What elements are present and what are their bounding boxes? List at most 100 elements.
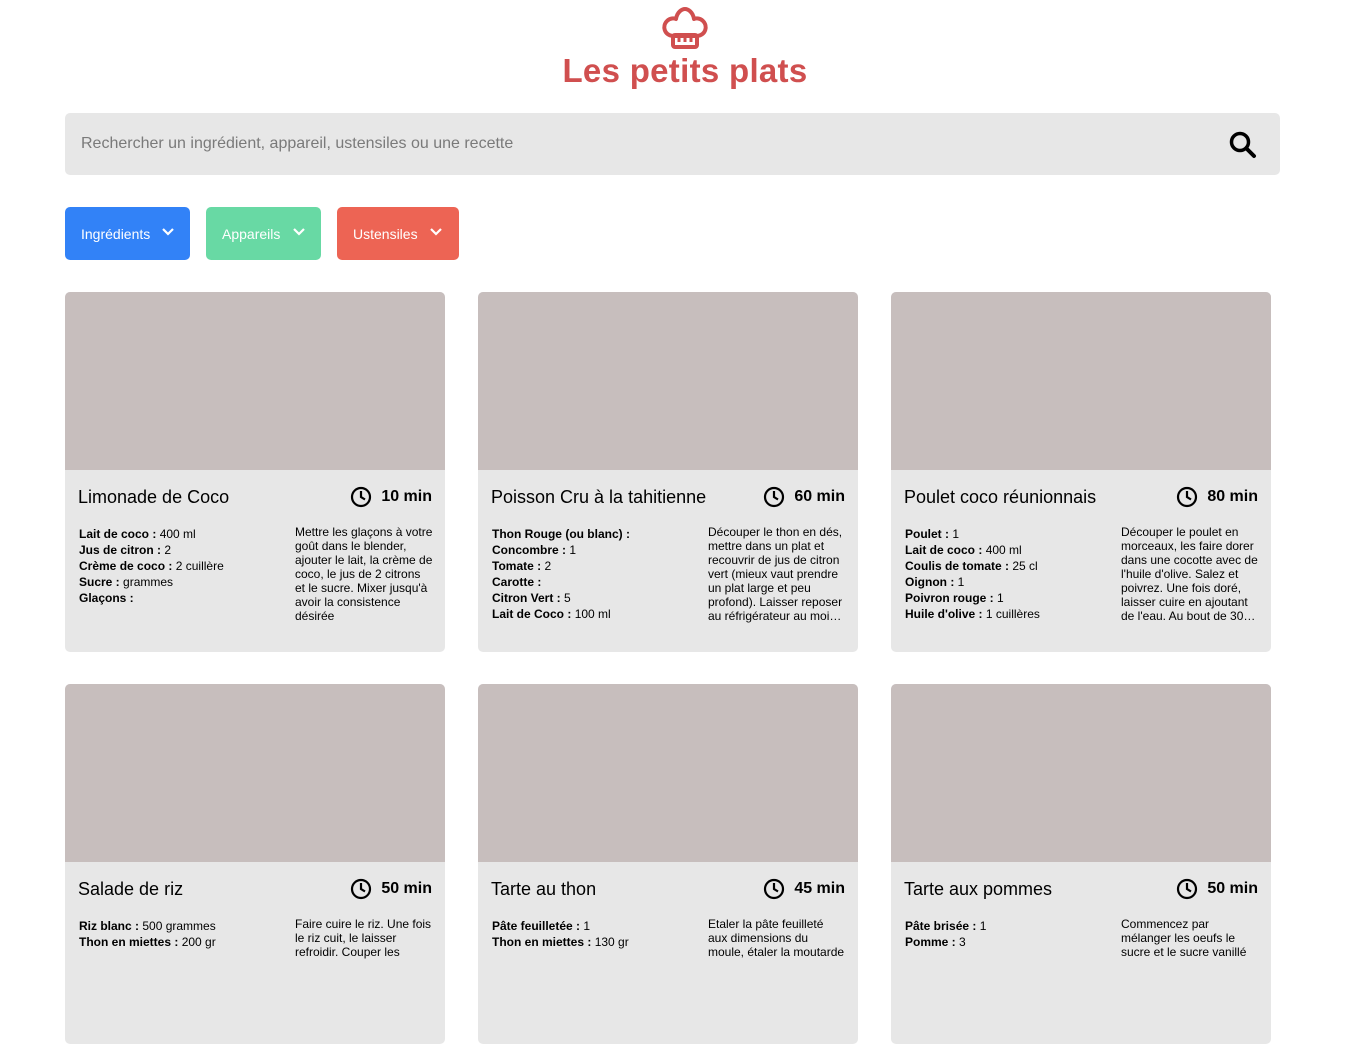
recipe-time-label: 50 min [1207,880,1258,897]
recipe-description: Découper le thon en dés, mettre dans un … [708,525,843,623]
ingredient-name: Thon en miettes : [492,935,592,949]
ingredient-name: Concombre : [492,543,567,557]
ingredient-quantity: 5 [564,591,571,605]
recipe-card[interactable]: Salade de riz 50 min Riz blanc : 500 gramm… [65,684,445,1044]
ingredient-item: Carotte : [492,574,692,590]
ingredient-quantity: 500 grammes [142,919,216,933]
ingredient-name: Thon Rouge (ou blanc) : [492,527,630,541]
recipe-time: 60 min [763,486,845,508]
ingredient-name: Jus de citron : [79,543,162,557]
utensils-filter-button[interactable]: Ustensiles [337,207,459,260]
chevron-down-icon [293,228,305,236]
ingredient-quantity: 400 ml [985,543,1022,557]
recipe-ingredients: Thon Rouge (ou blanc) : Concombre : 1 Tom… [492,526,692,622]
recipe-description: Faire cuire le riz. Une fois le riz cuit… [295,917,432,959]
recipe-ingredients: Lait de coco : 400 ml Jus de citron : 2 Cr… [79,526,279,606]
recipe-ingredients: Pâte feuilletée : 1 Thon en miettes : 130… [492,918,692,950]
ingredient-quantity: 2 cuillère [175,559,224,573]
clock-icon [1177,878,1198,900]
recipe-description: Mettre les glaçons à votre goût dans le … [295,525,433,623]
recipe-image-placeholder [478,684,858,862]
search-icon[interactable] [1227,129,1259,161]
ingredient-item: Sucre : grammes [79,574,279,590]
ingredients-filter-button[interactable]: Ingrédients [65,207,190,260]
ingredient-item: Oignon : 1 [905,574,1105,590]
recipe-image-placeholder [478,292,858,470]
ingredient-quantity: 1 [997,591,1004,605]
ingredient-name: Pâte brisée : [905,919,977,933]
ingredient-item: Coulis de tomate : 25 cl [905,558,1105,574]
ingredient-quantity: 200 gr [181,935,216,949]
chef-hat-icon [662,7,708,49]
recipe-time: 10 min [350,486,432,508]
recipe-time: 50 min [1176,878,1258,900]
recipe-card[interactable]: Poulet coco réunionnais 80 min Poulet : 1L… [891,292,1271,652]
ingredient-quantity: 1 cuillères [985,607,1040,621]
ingredient-quantity: 2 [544,559,552,573]
ingredient-name: Pâte feuilletée : [492,919,581,933]
ingredient-name: Poivron rouge : [905,591,994,605]
recipe-time-label: 45 min [794,880,845,897]
ingredient-item: Jus de citron : 2 [79,542,279,558]
recipe-time: 80 min [1176,486,1258,508]
recipe-time-label: 60 min [794,488,845,505]
recipe-title: Salade de riz [78,879,184,899]
appliances-filter-button[interactable]: Appareils [206,207,321,260]
ingredient-name: Poulet : [905,527,949,541]
utensils-filter-label: Ustensiles [353,225,418,242]
ingredient-quantity: 3 [959,935,966,949]
recipe-ingredients: Pâte brisée : 1 Pomme : 3 [905,918,1105,950]
ingredient-item: Thon en miettes : 130 gr [492,934,692,950]
recipe-ingredients: Riz blanc : 500 grammes Thon en miettes :… [79,918,279,950]
search-bar [65,113,1280,175]
recipe-title: Poulet coco réunionnais [904,487,1097,507]
recipe-title: Limonade de Coco [78,487,230,507]
ingredient-quantity: 1 [569,543,577,557]
ingredient-item: Lait de coco : 400 ml [905,542,1105,558]
clock-icon [351,486,372,508]
ingredient-item: Thon Rouge (ou blanc) : [492,526,692,542]
recipe-time: 45 min [763,878,845,900]
ingredient-item: Citron Vert : 5 [492,590,692,606]
ingredient-name: Pomme : [905,935,956,949]
recipe-image-placeholder [65,684,445,862]
ingredient-item: Pâte brisée : 1 [905,918,1105,934]
clock-icon [1177,486,1198,508]
ingredient-quantity: 25 cl [1012,559,1038,573]
recipe-ingredients: Poulet : 1 Lait de coco : 400 ml Coulis de… [905,526,1105,622]
recipe-card[interactable]: Tarte aux pommes 50 min Pâte brisée : 1 Pom… [891,684,1271,1044]
recipe-title: Tarte au thon [491,879,597,899]
ingredient-item: Huile d'olive : 1 cuillères [905,606,1105,622]
recipe-card[interactable]: Poisson Cru à la tahitienne 60 min Thon Ro… [478,292,858,652]
recipe-description: Découper le poulet en morceaux, les fair… [1121,525,1258,623]
ingredients-filter-label: Ingrédients [81,225,151,242]
appliances-filter-label: Appareils [222,225,281,242]
ingredient-quantity: 130 gr [594,935,629,949]
ingredient-name: Lait de coco : [905,543,983,557]
recipe-card[interactable]: Limonade de Coco 10 min Lait de coco : 400… [65,292,445,652]
ingredient-quantity: 400 ml [159,527,196,541]
recipe-image-placeholder [65,292,445,470]
ingredient-name: Oignon : [905,575,955,589]
ingredient-item: Concombre : 1 [492,542,692,558]
ingredient-quantity: 1 [583,919,591,933]
ingredient-name: Sucre : [79,575,120,589]
recipe-time-label: 80 min [1207,488,1258,505]
ingredient-quantity: 1 [957,575,965,589]
ingredient-name: Tomate : [492,559,542,573]
ingredient-name: Riz blanc : [79,919,140,933]
ingredient-item: Poulet : 1 [905,526,1105,542]
ingredient-name: Huile d'olive : [905,607,983,621]
ingredient-quantity: 2 [164,543,172,557]
recipe-card[interactable]: Tarte au thon 45 min Pâte feuilletée : 1 Th… [478,684,858,1044]
ingredient-name: Thon en miettes : [79,935,179,949]
ingredient-item: Lait de coco : 400 ml [79,526,279,542]
ingredient-quantity: grammes [123,575,174,589]
recipe-title: Poisson Cru à la tahitienne [491,487,707,507]
search-input[interactable] [65,113,1205,175]
ingredient-item: Lait de Coco : 100 ml [492,606,692,622]
ingredient-item: Riz blanc : 500 grammes [79,918,279,934]
recipe-image-placeholder [891,292,1271,470]
ingredient-name: Citron Vert : [492,591,561,605]
clock-icon [351,878,372,900]
